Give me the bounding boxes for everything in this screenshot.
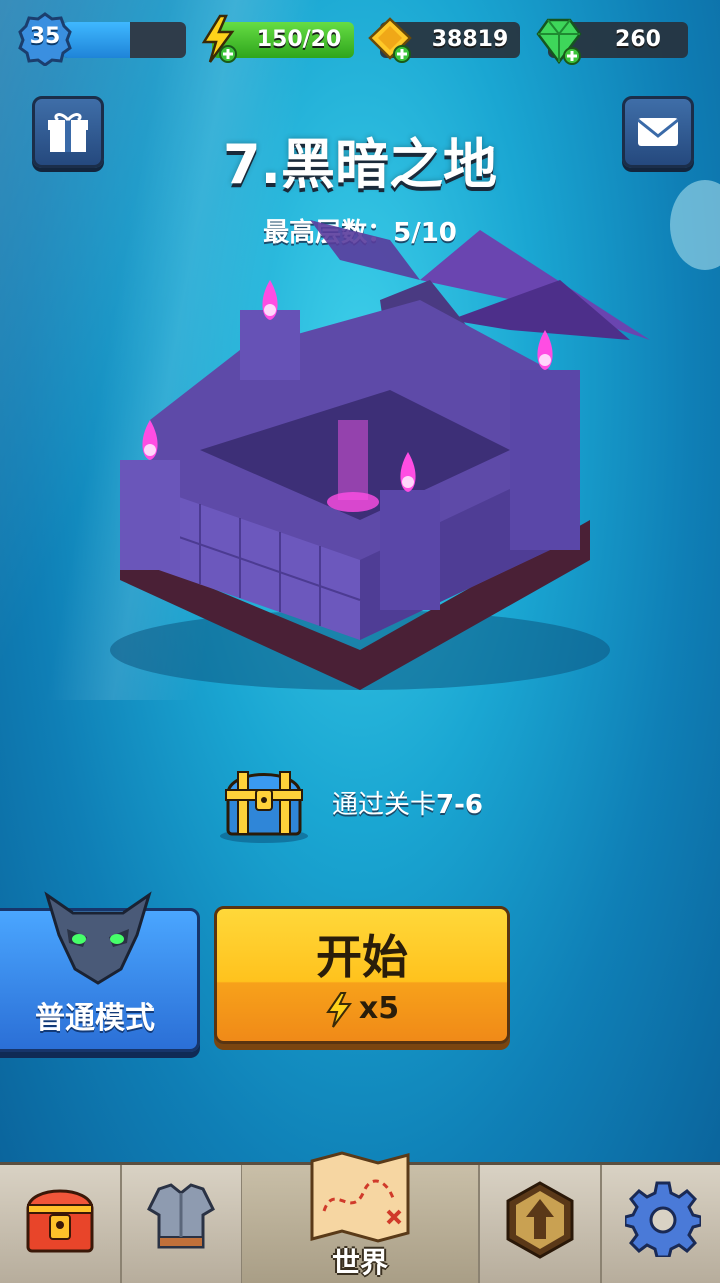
gear-icon: [625, 1181, 701, 1257]
nav-world-label: 世界: [331, 1246, 388, 1279]
nav-equipment[interactable]: [121, 1165, 243, 1283]
nav-world[interactable]: 世界: [242, 1151, 480, 1283]
dark-castle-stage[interactable]: [90, 220, 650, 700]
nav-upgrade[interactable]: [480, 1165, 602, 1283]
lightning-icon: [201, 14, 237, 63]
coin-counter[interactable]: 38819: [368, 17, 520, 63]
stage-title: 7.黑暗之地: [222, 133, 498, 196]
xp-bar-fill: [62, 22, 131, 58]
top-bar: 35 150/20 38819 260: [0, 0, 720, 80]
nav-chest[interactable]: [0, 1165, 122, 1283]
player-level: 35: [29, 24, 61, 49]
coin-icon: [368, 17, 412, 63]
gem-value: 260: [615, 27, 661, 52]
reward-condition: 通过关卡7-6: [332, 784, 483, 821]
reward-text-prefix: 通过关卡: [332, 790, 437, 820]
start-cost-value: x5: [358, 991, 400, 1026]
gem-counter[interactable]: 260: [536, 18, 688, 65]
start-label: 开始: [316, 930, 408, 984]
coin-value: 38819: [431, 27, 509, 52]
chest-icon: [220, 771, 308, 843]
map-icon: [310, 1151, 410, 1243]
normal-mode-label: 普通模式: [35, 1001, 155, 1036]
gem-icon: [536, 18, 582, 65]
upgrade-icon: [506, 1181, 574, 1259]
start-cost: x5: [217, 991, 507, 1028]
reward-text-level: 7-6: [436, 790, 483, 820]
normal-mode-button[interactable]: 普通模式: [0, 891, 200, 1052]
bottom-navbar: 世界: [0, 1151, 720, 1283]
energy-value: 150/20: [256, 27, 342, 52]
energy-counter[interactable]: 150/20: [201, 14, 354, 63]
chest-nav-icon: [26, 1189, 94, 1253]
xp-bar: [62, 22, 186, 58]
lightning-icon: [325, 991, 352, 1028]
armor-icon: [147, 1183, 215, 1249]
start-button[interactable]: 开始 x5: [214, 906, 510, 1044]
nav-settings[interactable]: [601, 1165, 720, 1283]
demon-mask-icon: [44, 891, 152, 985]
